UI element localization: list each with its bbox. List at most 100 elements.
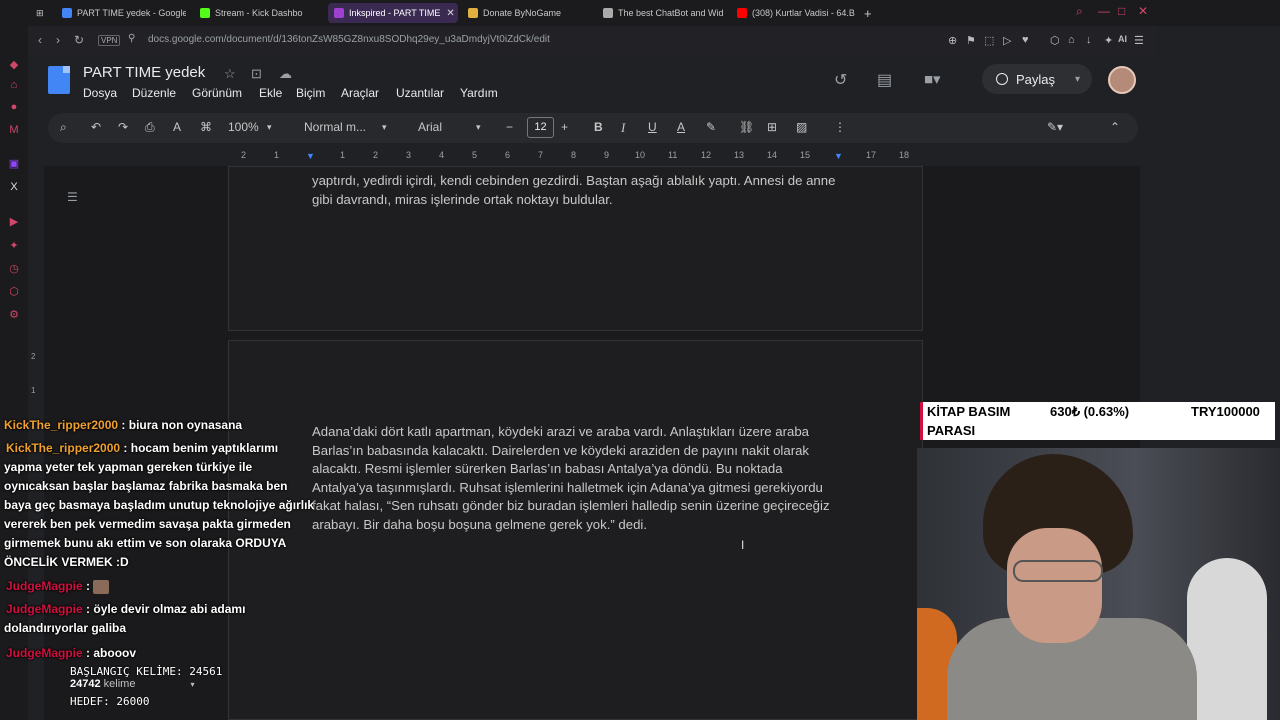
tab-google-docs[interactable]: PART TIME yedek - Google: [56, 3, 186, 23]
star-icon[interactable]: ☆: [224, 66, 236, 82]
ai-button[interactable]: AI: [1118, 34, 1127, 44]
zoom-select[interactable]: 100%: [228, 120, 259, 134]
close-window-icon[interactable]: ✕: [1138, 4, 1148, 18]
menu-view[interactable]: Görünüm: [192, 86, 242, 100]
tab-inkspired[interactable]: Inkspired - PART TIME ✕: [328, 3, 458, 23]
text-color-icon[interactable]: A: [677, 120, 685, 134]
vpn-badge[interactable]: VPN: [98, 35, 121, 46]
settings-icon[interactable]: ⚙: [8, 309, 20, 321]
extension-2-icon[interactable]: ⌂: [1068, 34, 1075, 46]
style-dropdown-icon[interactable]: ▾: [382, 122, 387, 133]
right-indent-marker-icon[interactable]: ▼: [834, 151, 843, 161]
menu-icon[interactable]: ☰: [1134, 34, 1144, 47]
extension-3-icon[interactable]: ↓: [1086, 34, 1092, 46]
back-icon[interactable]: ‹: [38, 33, 42, 47]
undo-icon[interactable]: ↶: [91, 120, 101, 134]
spellcheck-icon[interactable]: A: [173, 120, 181, 134]
x-icon[interactable]: X: [8, 181, 20, 193]
word-count-badge[interactable]: 24742 kelime ▾: [70, 678, 195, 690]
pin-icon[interactable]: ✦: [8, 240, 20, 252]
bold-icon[interactable]: B: [594, 120, 603, 134]
site-info-icon[interactable]: ⚲: [128, 33, 135, 44]
font-select[interactable]: Arial: [418, 120, 442, 134]
search-menus-icon[interactable]: ⌕: [60, 120, 67, 135]
document-title[interactable]: PART TIME yedek: [83, 64, 205, 81]
zoom-dropdown-icon[interactable]: ▾: [267, 122, 272, 133]
italic-icon[interactable]: I: [621, 120, 625, 136]
menu-format[interactable]: Biçim: [296, 86, 325, 100]
reload-icon[interactable]: ↻: [74, 33, 84, 47]
move-folder-icon[interactable]: ⊡: [251, 66, 262, 82]
decrease-font-icon[interactable]: −: [506, 120, 513, 134]
word-count-dropdown-icon[interactable]: ▾: [191, 680, 195, 689]
maximize-icon[interactable]: □: [1118, 4, 1125, 18]
aria-icon[interactable]: ◆: [8, 59, 20, 71]
tab-grid-icon[interactable]: ⊞: [36, 3, 52, 23]
print-icon[interactable]: ⎙: [145, 120, 155, 135]
pin-page-icon[interactable]: ⚑: [966, 34, 976, 47]
extension-1-icon[interactable]: ⬡: [1050, 34, 1060, 47]
meet-icon[interactable]: ■▾: [924, 70, 941, 88]
search-tabs-icon[interactable]: ⌕: [1076, 4, 1083, 19]
bookmark-heart-icon[interactable]: ♥: [1022, 34, 1029, 46]
messenger-icon[interactable]: ●: [8, 101, 20, 113]
menu-extensions[interactable]: Uzantılar: [396, 86, 444, 100]
font-size-input[interactable]: 12: [527, 117, 554, 138]
paint-format-icon[interactable]: ⌘: [200, 120, 212, 134]
tab-kick-dashboard[interactable]: Stream - Kick Dashbo: [194, 3, 320, 23]
underline-icon[interactable]: U: [648, 120, 657, 134]
add-comment-icon[interactable]: ⊞: [767, 120, 777, 134]
globe-icon: [996, 73, 1008, 85]
cloud-status-icon[interactable]: ☁: [279, 66, 292, 82]
easy-setup-icon[interactable]: ✦: [1104, 34, 1113, 47]
share-button[interactable]: Paylaş ▾: [982, 64, 1092, 94]
editing-mode-icon[interactable]: ✎▾: [1047, 120, 1063, 134]
close-tab-icon[interactable]: ✕: [446, 8, 454, 19]
style-select[interactable]: Normal m...: [304, 120, 366, 134]
more-options-icon[interactable]: ⋮: [834, 120, 846, 134]
insert-image-icon[interactable]: ▨: [796, 120, 807, 134]
tab-donate[interactable]: Donate ByNoGame: [462, 3, 592, 23]
player-icon[interactable]: ▶: [8, 216, 20, 228]
chat-username[interactable]: JudgeMagpie: [6, 602, 83, 616]
increase-font-icon[interactable]: +: [561, 120, 568, 134]
indent-marker-icon[interactable]: ▼: [306, 151, 315, 161]
history-icon[interactable]: ◷: [8, 263, 20, 275]
menu-help[interactable]: Yardım: [460, 86, 498, 100]
menu-insert[interactable]: Ekle: [259, 86, 282, 100]
snapshot-icon[interactable]: ⬚: [984, 34, 994, 47]
menu-file[interactable]: Dosya: [83, 86, 117, 100]
forward-icon[interactable]: ›: [56, 33, 60, 47]
redo-icon[interactable]: ↷: [118, 120, 128, 134]
gmail-icon[interactable]: M: [8, 124, 20, 136]
page-2-text[interactable]: Adana’daki dört katlı apartman, köydeki …: [312, 423, 844, 534]
menu-tools[interactable]: Araçlar: [341, 86, 379, 100]
tab-chatbot[interactable]: The best ChatBot and Wid: [597, 3, 725, 23]
share-dropdown-icon[interactable]: ▾: [1075, 74, 1080, 85]
chat-username[interactable]: KickThe_ripper2000: [4, 418, 118, 432]
chat-username[interactable]: JudgeMagpie: [6, 646, 83, 660]
minimize-icon[interactable]: —: [1098, 4, 1110, 18]
new-tab-button[interactable]: +: [864, 3, 882, 23]
twitch-icon[interactable]: ▣: [8, 158, 20, 170]
play-icon[interactable]: ▷: [1003, 34, 1011, 47]
font-dropdown-icon[interactable]: ▾: [476, 122, 481, 133]
history-icon[interactable]: ↺: [834, 70, 847, 90]
docs-logo-icon[interactable]: [48, 66, 70, 94]
page-1-text[interactable]: yaptırdı, yedirdi içirdi, kendi cebinden…: [312, 172, 852, 209]
hide-menus-icon[interactable]: ⌃: [1110, 120, 1120, 134]
highlight-icon[interactable]: ✎: [706, 120, 716, 134]
document-outline-icon[interactable]: ☰: [67, 190, 78, 204]
url-input[interactable]: docs.google.com/document/d/136tonZsW85GZ…: [148, 34, 550, 45]
home-icon[interactable]: ⌂: [8, 79, 20, 91]
avatar[interactable]: [1108, 66, 1136, 94]
menu-edit[interactable]: Düzenle: [132, 86, 176, 100]
link-icon[interactable]: ⛓: [739, 120, 754, 134]
chat-username[interactable]: KickThe_ripper2000: [6, 441, 120, 455]
tab-youtube[interactable]: (308) Kurtlar Vadisi - 64.B: [731, 3, 859, 23]
comments-icon[interactable]: ▤: [877, 70, 892, 90]
chat-username[interactable]: JudgeMagpie: [6, 579, 83, 593]
extensions-icon[interactable]: ⬡: [8, 286, 20, 298]
ruler-number: 4: [439, 150, 445, 160]
zoom-icon[interactable]: ⊕: [948, 34, 957, 47]
